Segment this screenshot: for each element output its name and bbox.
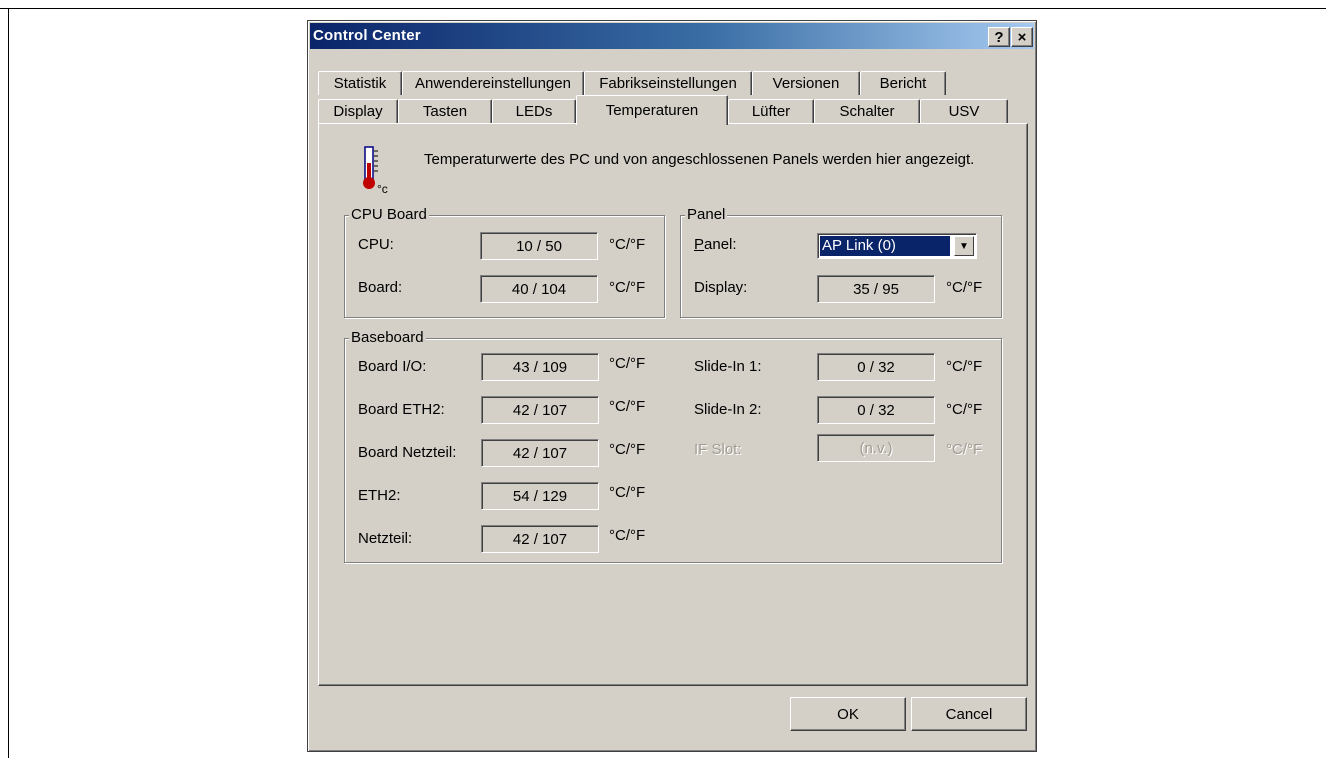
tab-label: Statistik (333, 75, 387, 92)
control-center-dialog: Control Center ? × Statistik Anwenderein… (307, 20, 1037, 752)
tab-label: LEDs (515, 103, 553, 120)
page-rule-top (0, 8, 1326, 9)
help-button[interactable]: ? (988, 27, 1010, 47)
tab-label: Schalter (839, 103, 895, 120)
tab-label: Lüfter (751, 103, 791, 120)
close-icon: × (1017, 28, 1027, 46)
tab-label: Bericht (879, 75, 927, 92)
tab-bericht[interactable]: Bericht (860, 71, 946, 95)
title-bar[interactable]: Control Center ? × (310, 23, 1034, 49)
tab-row-lower: Display Tasten LEDs Temperaturen Lüfter … (318, 95, 1008, 125)
page-rule-left (8, 8, 9, 758)
cancel-button[interactable]: Cancel (911, 697, 1027, 731)
tab-statistik[interactable]: Statistik (318, 71, 402, 95)
ok-button[interactable]: OK (790, 697, 906, 731)
tab-luefter[interactable]: Lüfter (728, 99, 814, 123)
tab-panel-temperaturen (318, 123, 1028, 686)
window-title: Control Center (313, 27, 421, 44)
tab-anwendereinstellungen[interactable]: Anwendereinstellungen (402, 71, 584, 95)
tab-label: Tasten (422, 103, 468, 120)
cancel-button-label: Cancel (945, 705, 993, 723)
tab-label: USV (948, 103, 980, 120)
help-icon: ? (994, 28, 1004, 46)
tab-schalter[interactable]: Schalter (814, 99, 920, 123)
tab-row-upper: Statistik Anwendereinstellungen Fabrikse… (318, 71, 946, 95)
tab-usv[interactable]: USV (920, 99, 1008, 123)
tab-label: Display (333, 103, 383, 120)
tab-versionen[interactable]: Versionen (752, 71, 860, 95)
tab-fabrikseinstellungen[interactable]: Fabrikseinstellungen (584, 71, 752, 95)
tab-label: Temperaturen (605, 102, 699, 119)
tab-leds[interactable]: LEDs (492, 99, 576, 123)
close-button[interactable]: × (1011, 27, 1033, 47)
tab-temperaturen[interactable]: Temperaturen (576, 95, 728, 125)
ok-button-label: OK (837, 705, 859, 723)
tab-tasten[interactable]: Tasten (398, 99, 492, 123)
tab-label: Fabrikseinstellungen (599, 75, 737, 92)
tab-display[interactable]: Display (318, 99, 398, 123)
tab-label: Versionen (772, 75, 840, 92)
tab-label: Anwendereinstellungen (415, 75, 571, 92)
